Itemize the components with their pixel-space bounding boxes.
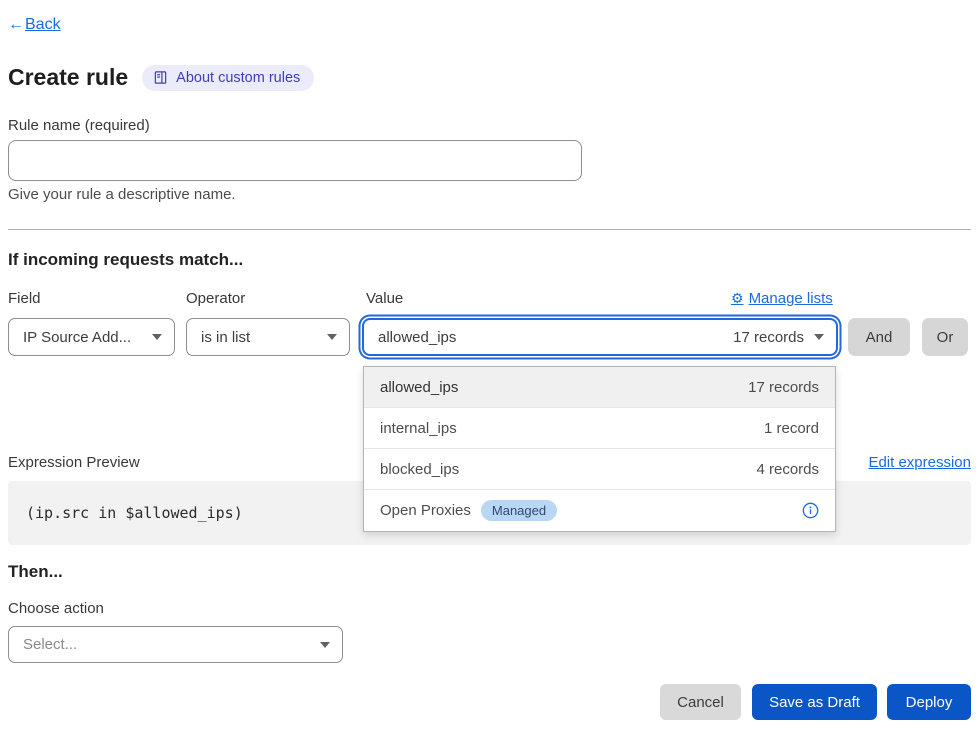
manage-lists-label: Manage lists bbox=[749, 290, 833, 307]
list-item-name: internal_ips bbox=[380, 420, 457, 437]
manage-lists-link[interactable]: ⚙ Manage lists bbox=[731, 290, 833, 307]
gear-icon: ⚙ bbox=[731, 290, 744, 307]
value-select-meta: 17 records bbox=[733, 329, 804, 346]
list-item-name: blocked_ips bbox=[380, 461, 459, 478]
action-select-placeholder: Select... bbox=[23, 636, 310, 653]
operator-select-value: is in list bbox=[201, 329, 317, 346]
field-label: Field bbox=[8, 290, 41, 307]
expression-preview-label: Expression Preview bbox=[8, 454, 140, 471]
list-item-allowed-ips[interactable]: allowed_ips 17 records bbox=[364, 367, 835, 408]
list-item-name: allowed_ips bbox=[380, 379, 458, 396]
section-divider bbox=[8, 229, 971, 230]
list-item-open-proxies[interactable]: Open Proxies Managed bbox=[364, 490, 835, 531]
book-icon bbox=[153, 70, 168, 85]
managed-badge: Managed bbox=[481, 500, 557, 521]
chevron-down-icon bbox=[327, 334, 337, 340]
value-select[interactable]: allowed_ips 17 records bbox=[362, 318, 838, 356]
create-rule-page: ←Back Create rule About custom rules Rul… bbox=[0, 0, 979, 739]
or-button[interactable]: Or bbox=[922, 318, 968, 356]
list-item-blocked-ips[interactable]: blocked_ips 4 records bbox=[364, 449, 835, 490]
back-link[interactable]: ←Back bbox=[8, 16, 61, 34]
and-button[interactable]: And bbox=[848, 318, 910, 356]
value-select-value: allowed_ips bbox=[378, 329, 456, 346]
value-label: Value bbox=[366, 290, 403, 307]
deploy-button[interactable]: Deploy bbox=[887, 684, 971, 720]
list-item-name: Open Proxies bbox=[380, 502, 471, 519]
match-section-heading: If incoming requests match... bbox=[8, 250, 243, 270]
about-custom-rules-badge[interactable]: About custom rules bbox=[142, 65, 314, 91]
back-label: Back bbox=[25, 16, 61, 33]
about-badge-label: About custom rules bbox=[176, 70, 300, 86]
page-title: Create rule bbox=[8, 64, 128, 91]
info-icon[interactable] bbox=[802, 502, 819, 519]
action-select[interactable]: Select... bbox=[8, 626, 343, 663]
rule-name-input[interactable] bbox=[8, 140, 582, 181]
list-item-meta: 1 record bbox=[764, 420, 819, 437]
list-item-meta: 4 records bbox=[756, 461, 819, 478]
list-item-internal-ips[interactable]: internal_ips 1 record bbox=[364, 408, 835, 449]
cancel-button[interactable]: Cancel bbox=[660, 684, 741, 720]
chevron-down-icon bbox=[152, 334, 162, 340]
operator-select[interactable]: is in list bbox=[186, 318, 350, 356]
expression-code: (ip.src in $allowed_ips) bbox=[26, 504, 243, 522]
rule-name-helper: Give your rule a descriptive name. bbox=[8, 186, 236, 203]
back-arrow-icon: ← bbox=[8, 16, 24, 34]
rule-name-label: Rule name (required) bbox=[8, 117, 150, 134]
chevron-down-icon bbox=[320, 642, 330, 648]
field-select[interactable]: IP Source Add... bbox=[8, 318, 175, 356]
save-as-draft-button[interactable]: Save as Draft bbox=[752, 684, 877, 720]
page-header: Create rule About custom rules bbox=[8, 64, 314, 91]
then-section-heading: Then... bbox=[8, 562, 63, 582]
field-select-value: IP Source Add... bbox=[23, 329, 142, 346]
operator-label: Operator bbox=[186, 290, 245, 307]
edit-expression-link[interactable]: Edit expression bbox=[868, 454, 971, 471]
list-item-meta: 17 records bbox=[748, 379, 819, 396]
value-dropdown: allowed_ips 17 records internal_ips 1 re… bbox=[363, 366, 836, 532]
chevron-down-icon bbox=[814, 334, 824, 340]
choose-action-label: Choose action bbox=[8, 600, 104, 617]
